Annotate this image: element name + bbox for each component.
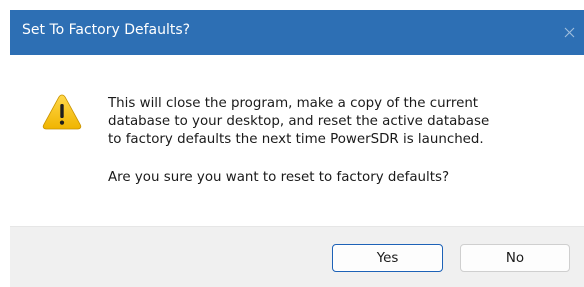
- factory-defaults-dialog: Set To Factory Defaults? This will close…: [10, 10, 584, 287]
- dialog-content: This will close the program, make a copy…: [10, 55, 584, 226]
- close-button[interactable]: [554, 10, 584, 55]
- close-icon: [564, 27, 574, 38]
- dialog-title: Set To Factory Defaults?: [22, 22, 191, 38]
- message-line-1: This will close the program, make a copy…: [108, 96, 479, 111]
- confirmation-question: Are you sure you want to reset to factor…: [108, 170, 450, 185]
- yes-button[interactable]: Yes: [332, 244, 443, 272]
- warning-icon: [42, 94, 82, 130]
- title-bar[interactable]: Set To Factory Defaults?: [10, 10, 584, 55]
- no-button[interactable]: No: [460, 244, 570, 272]
- button-bar: Yes No: [10, 226, 584, 287]
- message-line-2: database to your desktop, and reset the …: [108, 114, 490, 129]
- dialog-message: This will close the program, make a copy…: [108, 95, 578, 187]
- message-line-3: to factory defaults the next time PowerS…: [108, 132, 484, 147]
